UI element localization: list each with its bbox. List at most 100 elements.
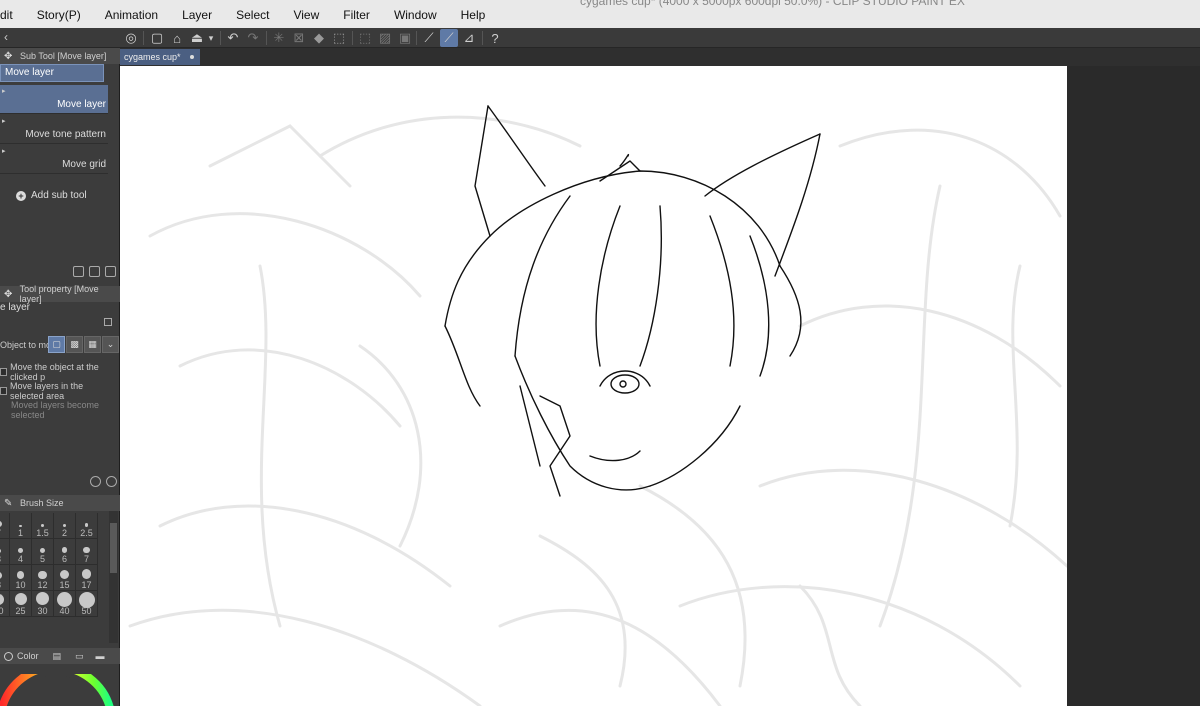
reset-icon[interactable] (90, 476, 101, 487)
brush-size-cell[interactable]: 40 (54, 591, 76, 617)
subtool-move-layer[interactable]: ▸ Move layer (0, 85, 108, 114)
brush-size-cell[interactable]: 5 (32, 539, 54, 565)
grid-target-icon[interactable]: ▦ (84, 336, 101, 353)
menu-layer[interactable]: Layer (170, 0, 224, 28)
color-wheel[interactable] (0, 674, 120, 706)
brush-size-label: 20 (0, 606, 4, 616)
brush-size-dot (35, 592, 50, 606)
brush-size-cell[interactable]: 17 (76, 565, 98, 591)
show-selection-icon[interactable]: ▣ (396, 29, 414, 47)
deselect-icon[interactable]: ⬚ (356, 29, 374, 47)
color-history-icon[interactable]: ▬ (96, 651, 105, 661)
brush-size-dot (0, 594, 4, 605)
option-move-clicked[interactable]: Move the object at the clicked p (0, 362, 119, 382)
brush-size-dot (81, 569, 92, 579)
intermediate-color-icon[interactable]: ▭ (75, 651, 84, 662)
fill-icon[interactable]: ◆ (310, 29, 328, 47)
menu-window[interactable]: Window (382, 0, 449, 28)
brush-size-label: 1 (17, 528, 23, 538)
brush-size-cell[interactable]: 2.5 (76, 513, 98, 539)
menu-view[interactable]: View (281, 0, 331, 28)
new-icon[interactable]: ▢ (148, 29, 166, 47)
chevron-down-icon[interactable]: ⌄ (102, 336, 119, 353)
brush-size-dot (16, 571, 25, 579)
brush-size-label: 17 (81, 580, 92, 590)
brush-size-cell[interactable]: 1.5 (32, 513, 54, 539)
menu-animation[interactable]: Animation (93, 0, 170, 28)
brush-size-scrollbar[interactable] (109, 511, 118, 643)
clear-icon[interactable]: ⊠ (290, 29, 308, 47)
object-to-move-options: ▢ ▩ ▦ ⌄ (48, 336, 119, 353)
brush-size-header[interactable]: ✎ Brush Size (0, 495, 120, 511)
brush-size-cell[interactable]: 7 (0, 513, 10, 539)
brush-size-label: 8 (0, 580, 9, 590)
brush-size-cell[interactable]: 10 (10, 565, 32, 591)
brush-size-cell[interactable]: 4 (10, 539, 32, 565)
import-icon[interactable] (73, 266, 84, 277)
menu-help[interactable]: Help (449, 0, 498, 28)
brush-size-cell[interactable]: 7 (76, 539, 98, 565)
window-title: cygames cup* (4000 x 5000px 600dpi 50.0%… (580, 0, 965, 8)
color-panel-header[interactable]: Color ▤ ▭ ▬ (0, 648, 120, 664)
subtool-move-tone-pattern[interactable]: ▸ Move tone pattern (0, 115, 108, 144)
transform-icon[interactable]: ⬚ (330, 29, 348, 47)
brush-size-cell[interactable]: 25 (10, 591, 32, 617)
menu-edit[interactable]: dit (0, 0, 25, 28)
ruler-snap-icon[interactable]: ⟋ (420, 29, 438, 47)
brush-size-label: 6 (61, 554, 67, 564)
trash-icon[interactable] (105, 266, 116, 277)
invert-selection-icon[interactable]: ▨ (376, 29, 394, 47)
brush-size-label: 50 (81, 606, 92, 616)
add-subtool-button[interactable]: + Add sub tool (16, 190, 87, 201)
brush-size-cell[interactable]: 50 (76, 591, 98, 617)
subtool-group-title[interactable]: Move layer (0, 64, 104, 82)
document-tab-bar: cygames cup* (120, 48, 1200, 66)
special-ruler-snap-icon[interactable]: ⟋ (440, 29, 458, 47)
brush-size-label: 2.5 (80, 528, 93, 538)
layer-target-icon[interactable]: ▢ (48, 336, 65, 353)
redo-icon[interactable]: ↷ (244, 29, 262, 47)
brush-size-cell[interactable]: 8 (0, 565, 10, 591)
canvas-area[interactable] (120, 66, 1200, 706)
brush-size-cell[interactable]: 30 (32, 591, 54, 617)
brush-size-cell[interactable]: 15 (54, 565, 76, 591)
brush-size-cell[interactable]: 3 (0, 539, 10, 565)
brush-size-cell[interactable]: 12 (32, 565, 54, 591)
brush-size-cell[interactable]: 20 (0, 591, 10, 617)
tool-property-header[interactable]: ✥ Tool property [Move layer] (0, 284, 120, 304)
option-move-selected-area[interactable]: Move layers in the selected area (0, 381, 119, 401)
subtool-actions (73, 266, 116, 277)
checkbox[interactable] (0, 387, 8, 395)
loading-icon[interactable]: ✳ (270, 29, 288, 47)
subtool-panel-header[interactable]: ✥ Sub Tool [Move layer] (0, 48, 120, 64)
checkbox[interactable] (0, 368, 8, 376)
brush-size-cell[interactable]: 2 (54, 513, 76, 539)
brush-size-cell[interactable]: 6 (54, 539, 76, 565)
undo-icon[interactable]: ↶ (224, 29, 242, 47)
drawing-canvas[interactable] (120, 66, 1067, 706)
save-dropdown-icon[interactable]: ▾ (206, 29, 216, 47)
move-arrow-icon: ▸ (2, 118, 6, 125)
menu-filter[interactable]: Filter (331, 0, 382, 28)
menu-select[interactable]: Select (224, 0, 281, 28)
clip-studio-icon[interactable]: ◎ (122, 29, 140, 47)
tab-cygames-cup[interactable]: cygames cup* (120, 49, 200, 65)
collapse-arrow-icon[interactable]: ‹ (4, 30, 8, 44)
save-icon[interactable]: ⏏ (188, 29, 206, 47)
brush-size-dot (62, 523, 67, 527)
menu-story[interactable]: Story(P) (25, 0, 93, 28)
move-tool-icon: ✥ (4, 50, 13, 62)
duplicate-icon[interactable] (89, 266, 100, 277)
brush-size-cell[interactable]: 1 (10, 513, 32, 539)
search-icon[interactable] (106, 476, 117, 487)
close-icon[interactable] (190, 55, 194, 59)
color-set-icon[interactable]: ▤ (53, 651, 62, 662)
brush-size-label: 25 (15, 606, 26, 616)
grid-snap-icon[interactable]: ⊿ (460, 29, 478, 47)
subtool-move-grid[interactable]: ▸ Move grid (0, 145, 108, 174)
option-moved-become-selected[interactable]: Moved layers become selected (11, 400, 119, 420)
pattern-target-icon[interactable]: ▩ (66, 336, 83, 353)
lock-icon[interactable] (104, 318, 112, 326)
help-icon[interactable]: ? (486, 29, 504, 47)
open-icon[interactable]: ⌂ (168, 29, 186, 47)
